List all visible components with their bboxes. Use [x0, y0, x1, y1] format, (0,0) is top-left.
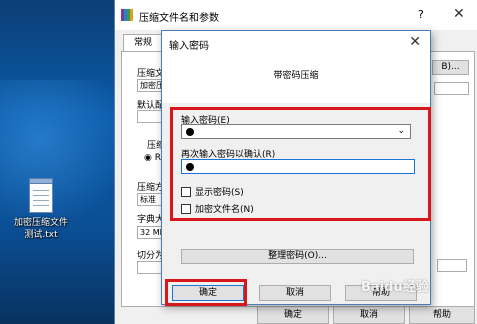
main-title-bar: 压缩文件名和参数 ? ✕ [115, 0, 477, 30]
desktop-file-icon[interactable]: 加密压缩文件 测试.txt [2, 176, 80, 241]
main-cancel-button[interactable]: 取消 [333, 306, 405, 324]
tab-general[interactable]: 常规 [123, 34, 163, 52]
notepad-icon [26, 176, 56, 214]
main-window-title: 压缩文件名和参数 [139, 13, 219, 24]
method-label: 压缩方 [137, 183, 165, 193]
main-close-icon[interactable]: ✕ [453, 6, 465, 22]
dialog-header-text: 带密码压缩 [273, 71, 319, 81]
split-label: 切分为 [137, 251, 165, 261]
help-icon[interactable]: ? [418, 8, 424, 21]
desktop-file-label-line1: 加密压缩文件 [13, 218, 68, 228]
dialog-title: 输入密码 [169, 41, 209, 52]
browse-button[interactable]: B)... [432, 60, 469, 75]
main-help-button[interactable]: 帮助 [409, 306, 475, 324]
dictionary-label: 字典大 [137, 215, 165, 225]
password-dialog: 输入密码 ✕ 带密码压缩 输入密码(E) ⌄ 再次输入密码以确认(R) 显示密码… [161, 30, 431, 306]
dialog-title-bar: 输入密码 ✕ [162, 31, 430, 55]
winrar-icon [121, 9, 133, 21]
right-dropdown[interactable] [434, 82, 469, 95]
dialog-header-band: 带密码压缩 [162, 55, 430, 103]
dialog-close-icon[interactable]: ✕ [409, 34, 421, 50]
highlight-password-section [170, 107, 431, 221]
watermark: Baidu经验 [361, 280, 429, 295]
dialog-cancel-button[interactable]: 取消 [259, 285, 331, 301]
archive-name-label: 压缩文 [137, 69, 165, 79]
highlight-ok-button [165, 279, 247, 306]
organize-passwords-button[interactable]: 整理密码(O)... [181, 249, 414, 264]
desktop-file-label-line2: 测试.txt [24, 230, 58, 240]
right-field[interactable] [437, 259, 467, 272]
main-ok-button[interactable]: 确定 [257, 306, 329, 324]
